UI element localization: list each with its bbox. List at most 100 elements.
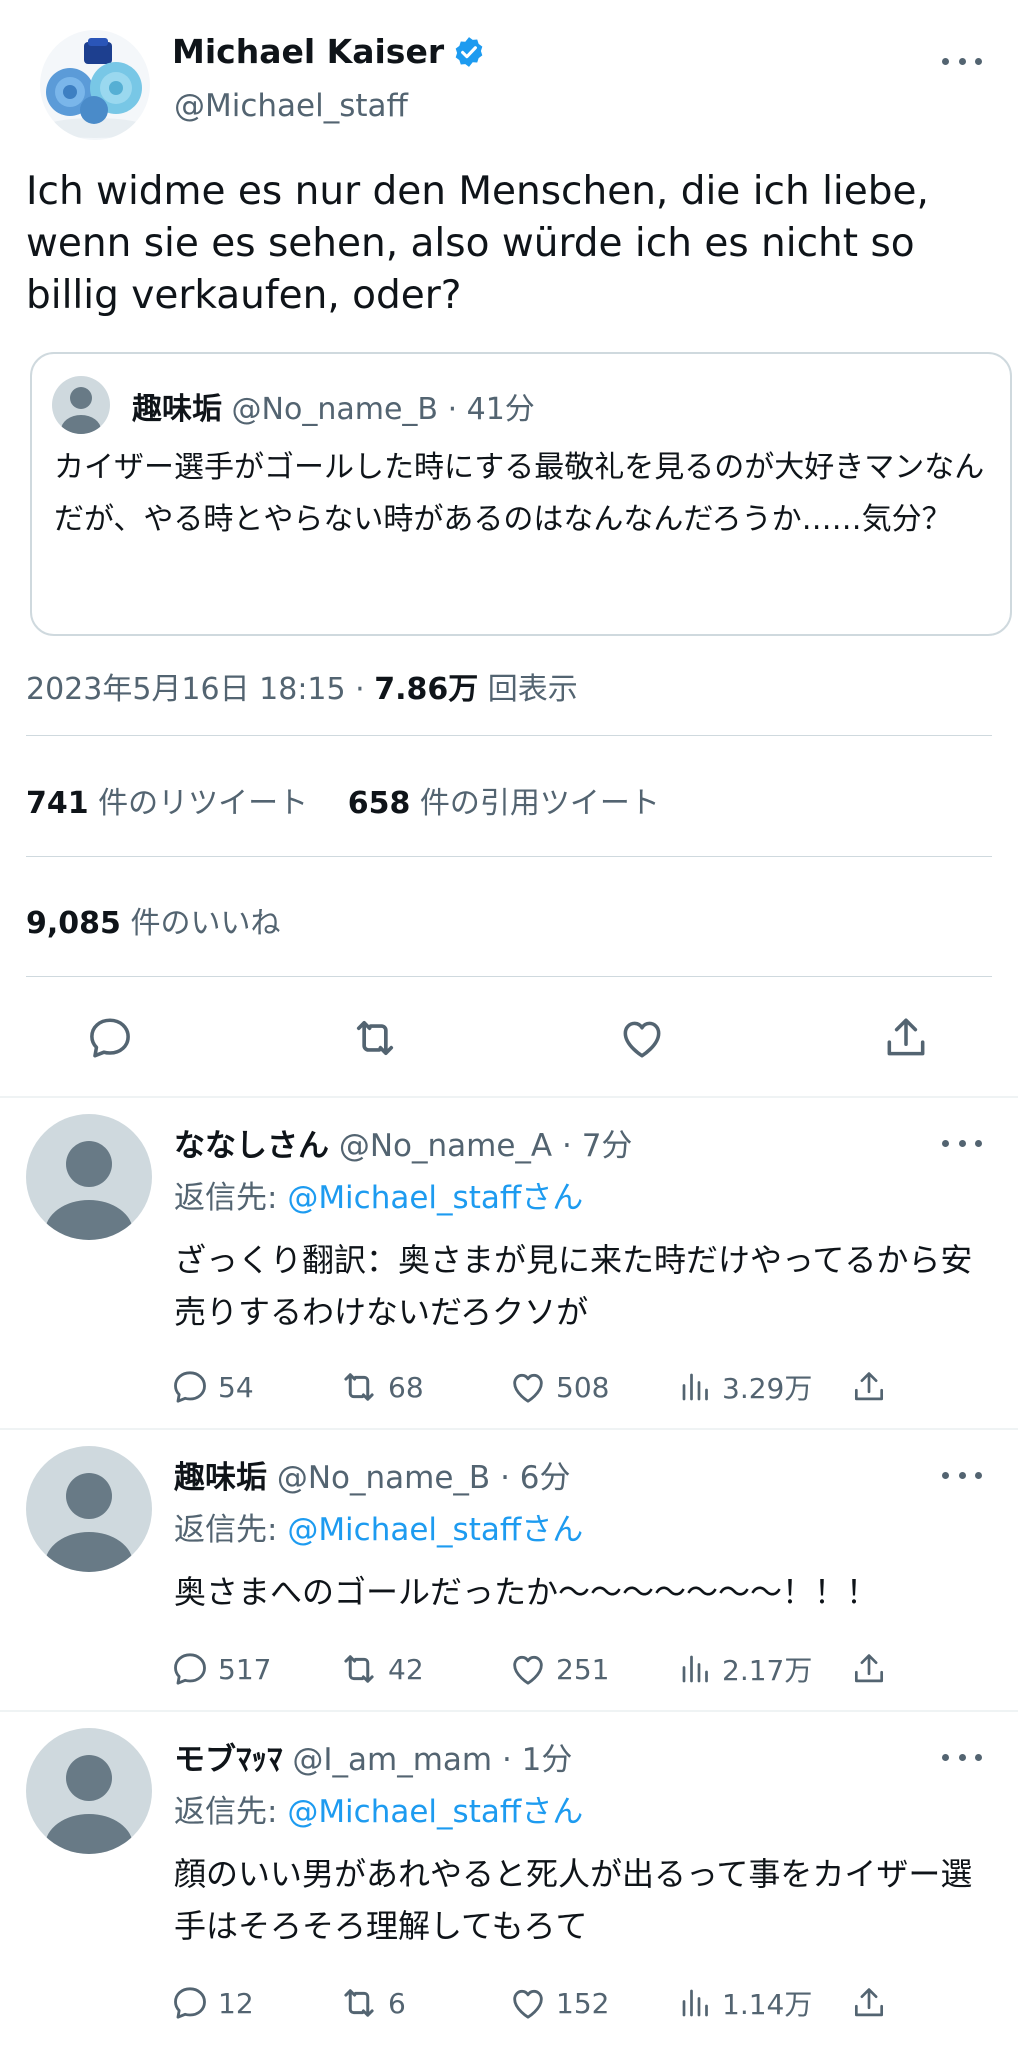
quotes-label: 件の引用ツイート [419,786,660,821]
reply-count: 12 [218,1986,254,2020]
share-icon[interactable] [876,1008,936,1068]
like-button[interactable]: 508 [508,1364,609,1410]
reply-tweet[interactable]: ななしさん @No_name_A · 7分 返信先: @Michael_staf… [0,1100,1018,1426]
like-button[interactable]: 251 [508,1646,609,1692]
views-button[interactable]: 2.17万 [678,1646,812,1692]
tweet-date: 2023年5月16日 18:15 · [26,672,365,707]
divider [0,1710,1018,1712]
retweet-icon[interactable] [345,1008,405,1068]
comment-icon[interactable] [80,1008,140,1068]
views-count: 3.29万 [722,1372,813,1405]
reply-button[interactable]: 12 [170,1980,254,2026]
views-button[interactable]: 1.14万 [678,1980,812,2026]
share-icon [854,1988,884,2017]
avatar[interactable] [26,1114,152,1240]
reply-to-link[interactable]: @Michael_staffさん [287,1794,583,1830]
views-icon [682,1373,708,1401]
views-count: 2.17万 [722,1654,813,1687]
views-count: 1.14万 [722,1988,813,2021]
like-button[interactable]: 152 [508,1980,609,2026]
reply-time: · 1分 [501,1742,573,1778]
main-author-avatar[interactable] [40,30,150,140]
retweet-count: 68 [388,1370,424,1404]
reply-button[interactable]: 517 [170,1646,271,1692]
quotes-count: 658 [347,786,411,821]
reply-author-handle[interactable]: @No_name_B [277,1460,490,1496]
divider [26,976,992,977]
views-icon [682,1989,708,2017]
retweet-icon [344,1655,374,1683]
reply-author-name[interactable]: モブﾏｯﾏ [174,1742,283,1778]
quotes-stat[interactable]: 658 件の引用ツイート [348,786,660,821]
like-count: 152 [556,1986,610,2020]
divider [0,1096,1018,1098]
avatar[interactable] [26,1728,152,1854]
heart-icon[interactable] [612,1008,672,1068]
comment-icon [174,1653,206,1685]
views-label: 回表示 [487,672,578,707]
reply-text: ざっくり翻訳：奥さまが見に来た時だけやってるから安売りするわけないだろクソが [174,1241,973,1331]
retweets-stat[interactable]: 741 件のリツイート [26,786,308,821]
reply-text: 顔のいい男があれやると死人が出るって事をカイザー選手はそろそろ理解してもろて [174,1855,973,1945]
divider [26,735,992,736]
main-tweet-header: Michael Kaiser @Michael_staff [0,0,1018,150]
avatar[interactable] [26,1446,152,1572]
main-author-handle[interactable]: @Michael_staff [174,88,408,124]
more-icon[interactable] [942,1128,982,1158]
more-icon[interactable] [942,46,982,76]
retweet-icon [344,1989,374,2017]
main-tweet-text: Ich widme es nur den Menschen, die ich l… [26,169,929,318]
reply-text: 奥さまへのゴールだったか〜〜〜〜〜〜〜！！！ [174,1573,879,1611]
likes-label: 件のいいね [130,906,281,941]
quoted-tweet-time: · 41分 [447,392,535,427]
like-count: 251 [556,1652,610,1686]
likes-stat[interactable]: 9,085 件のいいね [26,906,280,941]
reply-button[interactable]: 54 [170,1364,254,1410]
reply-author-name[interactable]: ななしさん [174,1128,329,1164]
reply-to-line: 返信先: @Michael_staffさん [174,1504,583,1549]
reply-to-label: 返信先: [174,1180,278,1216]
heart-icon [513,1989,543,2019]
tweet-timestamp: 2023年5月16日 18:15 · 7.86万 回表示 [26,664,578,708]
main-author-name-text: Michael Kaiser [172,32,445,71]
reply-header: ななしさん @No_name_A · 7分 [174,1120,632,1165]
quoted-tweet-header: 趣味垢 @No_name_B · 41分 [132,384,535,428]
reply-actions: 54 68 508 3.29万 [170,1364,890,1410]
more-icon[interactable] [942,1460,982,1490]
reply-to-line: 返信先: @Michael_staffさん [174,1172,583,1217]
retweet-button[interactable]: 6 [338,1980,406,2026]
comment-icon [174,1371,206,1403]
likes-count: 9,085 [26,906,121,941]
reply-actions: 517 42 251 2.17万 [170,1646,890,1692]
reply-to-line: 返信先: @Michael_staffさん [174,1786,583,1831]
retweet-button[interactable]: 68 [338,1364,424,1410]
verified-badge-icon [452,35,486,69]
reply-tweet[interactable]: 趣味垢 @No_name_B · 6分 返信先: @Michael_staffさ… [0,1432,1018,1708]
reply-actions: 12 6 152 1.14万 [170,1980,890,2026]
retweets-label: 件のリツイート [98,786,309,821]
reply-author-handle[interactable]: @No_name_A [339,1128,552,1164]
share-button[interactable] [850,1364,888,1410]
reply-time: · 7分 [562,1128,633,1164]
heart-icon [513,1655,543,1685]
reply-header: モブﾏｯﾏ @I_am_mam · 1分 [174,1734,572,1779]
reply-author-handle[interactable]: @I_am_mam [292,1742,492,1778]
share-button[interactable] [850,1980,888,2026]
reply-to-link[interactable]: @Michael_staffさん [287,1512,583,1548]
views-button[interactable]: 3.29万 [678,1364,812,1410]
like-count: 508 [556,1370,610,1404]
comment-icon [174,1987,206,2019]
share-button[interactable] [850,1646,888,1692]
quoted-author-name: 趣味垢 [132,392,222,427]
retweet-stats-row: 741 件のリツイート 658 件の引用ツイート [26,778,660,822]
reply-to-link[interactable]: @Michael_staffさん [287,1180,583,1216]
reply-author-name[interactable]: 趣味垢 [174,1460,267,1496]
reply-count: 517 [218,1652,272,1686]
main-author-name[interactable]: Michael Kaiser [172,32,486,71]
more-icon[interactable] [942,1742,982,1772]
reply-tweet[interactable]: モブﾏｯﾏ @I_am_mam · 1分 返信先: @Michael_staff… [0,1714,1018,2048]
main-tweet-actions [0,1000,1018,1080]
quoted-tweet-text: カイザー選手がゴールした時にする最敬礼を見るのが大好きマンなんだが、やる時とやら… [54,450,985,537]
retweet-button[interactable]: 42 [338,1646,424,1692]
quoted-tweet-card[interactable]: 趣味垢 @No_name_B · 41分 カイザー選手がゴールした時にする最敬礼… [30,352,1012,636]
